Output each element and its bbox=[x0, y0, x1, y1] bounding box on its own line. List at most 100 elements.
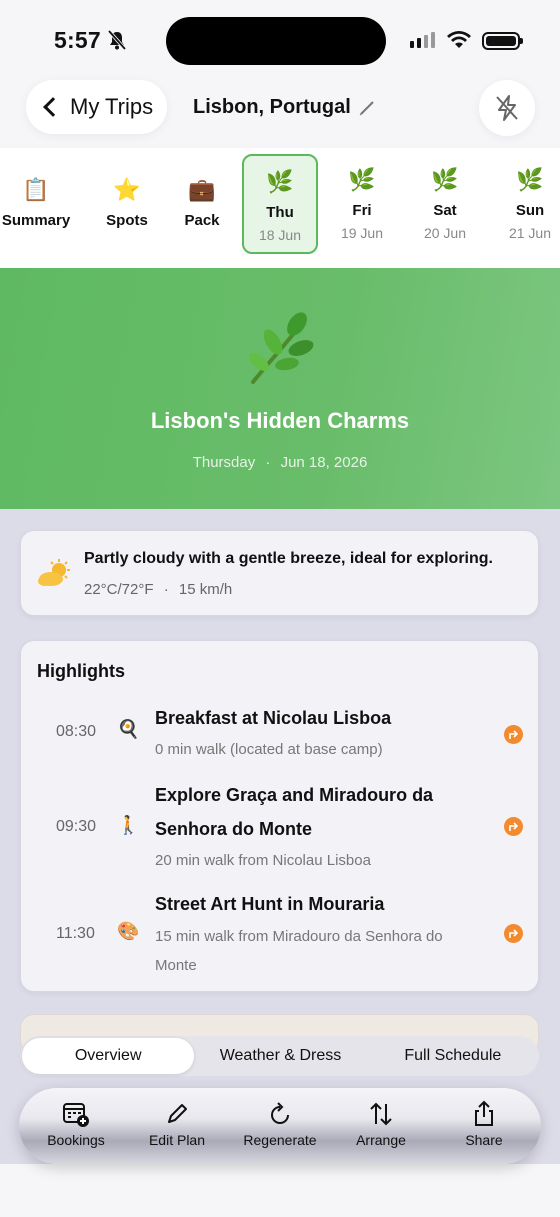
palette-icon: 🎨 bbox=[117, 921, 140, 941]
pencil-icon bbox=[359, 100, 374, 115]
clipboard-icon: 📋 bbox=[22, 177, 50, 202]
tab-date: 20 Jun bbox=[423, 225, 467, 241]
arrange-icon bbox=[370, 1102, 392, 1126]
day-tab-strip: 📋 Summary ⭐ Spots 💼 Pack 🌿 Thu 18 Jun 🌿 … bbox=[0, 148, 560, 268]
turn-right-arrow-icon bbox=[509, 730, 519, 739]
star-icon: ⭐ bbox=[113, 177, 141, 202]
herb-icon: 🌿 bbox=[266, 169, 294, 194]
weather-card[interactable]: Partly cloudy with a gentle breeze, idea… bbox=[20, 530, 539, 616]
tab-date: 18 Jun bbox=[258, 227, 302, 243]
day-date: Jun 18, 2026 bbox=[280, 454, 368, 471]
item-walk: 0 min walk (located at base camp) bbox=[155, 741, 383, 758]
herb-icon: 🌿 bbox=[431, 167, 459, 192]
day-date-line: Thursday · Jun 18, 2026 bbox=[0, 454, 560, 471]
bookings-button[interactable]: Bookings bbox=[45, 1100, 107, 1148]
header: My Trips Lisbon, Portugal bbox=[0, 80, 560, 148]
walking-person-icon: 🚶 bbox=[117, 815, 140, 835]
tab-label: Summary bbox=[1, 212, 71, 229]
lightning-off-icon bbox=[496, 95, 518, 121]
tab-day-sun[interactable]: 🌿 Sun 21 Jun bbox=[500, 154, 560, 254]
trip-title-text: Lisbon, Portugal bbox=[193, 96, 351, 118]
bell-muted-icon bbox=[108, 30, 126, 50]
status-bar: 5:57 bbox=[0, 0, 560, 80]
separator: · bbox=[265, 454, 271, 471]
tab-day-fri[interactable]: 🌿 Fri 19 Jun bbox=[330, 154, 394, 254]
item-time: 09:30 bbox=[56, 818, 97, 835]
bottom-background bbox=[0, 1164, 560, 1217]
arrange-button[interactable]: Arrange bbox=[350, 1100, 412, 1148]
segment-weather-dress[interactable]: Weather & Dress bbox=[194, 1038, 366, 1074]
list-item[interactable]: 08:30 🍳 Breakfast at Nicolau Lisboa 0 mi… bbox=[21, 699, 540, 769]
tab-label: Pack bbox=[184, 212, 220, 229]
tool-label: Edit Plan bbox=[148, 1132, 206, 1148]
turn-right-arrow-icon bbox=[509, 822, 519, 831]
refresh-icon bbox=[271, 1102, 289, 1124]
weather-summary: Partly cloudy with a gentle breeze, idea… bbox=[84, 550, 493, 567]
separator: · bbox=[163, 581, 169, 598]
weather-details: 22°C/72°F · 15 km/h bbox=[84, 581, 232, 598]
share-icon bbox=[475, 1100, 493, 1126]
list-item[interactable]: 09:30 🚶 Explore Graça and Miradouro da S… bbox=[21, 777, 540, 881]
signal-icon bbox=[410, 32, 435, 48]
tab-date: 19 Jun bbox=[340, 225, 384, 241]
herb-icon: 🌿 bbox=[516, 167, 544, 192]
item-name: Explore Graça and Miradouro da Senhora d… bbox=[155, 785, 434, 839]
pencil-icon bbox=[168, 1104, 187, 1123]
item-name: Breakfast at Nicolau Lisboa bbox=[155, 708, 392, 728]
day-title: Lisbon's Hidden Charms bbox=[150, 408, 410, 433]
day-hero-banner: Lisbon's Hidden Charms Thursday · Jun 18… bbox=[0, 268, 560, 509]
dynamic-island bbox=[166, 17, 386, 65]
tab-pack[interactable]: 💼 Pack bbox=[180, 154, 224, 254]
calendar-add-icon bbox=[63, 1103, 89, 1127]
item-time: 08:30 bbox=[56, 723, 97, 740]
regenerate-button[interactable]: Regenerate bbox=[240, 1100, 320, 1148]
wifi-icon bbox=[447, 31, 471, 48]
tab-summary[interactable]: 📋 Summary bbox=[2, 154, 70, 254]
day-weekday: Thursday bbox=[192, 454, 256, 471]
weather-wind: 15 km/h bbox=[178, 581, 233, 598]
item-name: Street Art Hunt in Mouraria bbox=[155, 894, 385, 914]
item-walk: 20 min walk from Nicolau Lisboa bbox=[155, 852, 371, 869]
directions-button[interactable] bbox=[504, 924, 523, 943]
tool-label: Share bbox=[465, 1132, 503, 1148]
battery-icon bbox=[482, 32, 523, 50]
item-time: 11:30 bbox=[56, 925, 95, 942]
tab-label: Sun bbox=[515, 202, 545, 219]
trip-title[interactable]: Lisbon, Portugal bbox=[193, 96, 375, 119]
highlights-card: Highlights 08:30 🍳 Breakfast at Nicolau … bbox=[20, 640, 539, 992]
frying-pan-icon: 🍳 bbox=[117, 719, 140, 739]
tool-label: Regenerate bbox=[243, 1132, 317, 1148]
tool-label: Arrange bbox=[356, 1132, 406, 1148]
chevron-left-icon bbox=[43, 97, 63, 117]
tab-spots[interactable]: ⭐ Spots bbox=[102, 154, 152, 254]
tab-label: Thu bbox=[266, 204, 294, 221]
herb-icon bbox=[249, 312, 314, 384]
tab-label: Sat bbox=[433, 202, 457, 219]
list-item[interactable]: 11:30 🎨 Street Art Hunt in Mouraria 15 m… bbox=[21, 887, 540, 983]
tab-label: Spots bbox=[106, 212, 148, 229]
lightning-off-button[interactable] bbox=[479, 80, 535, 136]
share-button[interactable]: Share bbox=[453, 1100, 515, 1148]
status-time: 5:57 bbox=[54, 27, 101, 53]
back-button[interactable]: My Trips bbox=[26, 80, 168, 134]
tab-date: 21 Jun bbox=[508, 225, 552, 241]
segment-full-schedule[interactable]: Full Schedule bbox=[367, 1038, 539, 1074]
view-segmented-control: Overview Weather & Dress Full Schedule bbox=[20, 1036, 539, 1076]
segment-overview[interactable]: Overview bbox=[22, 1038, 195, 1074]
highlights-title: Highlights bbox=[37, 661, 125, 681]
tab-day-thu[interactable]: 🌿 Thu 18 Jun bbox=[242, 154, 318, 254]
luggage-icon: 💼 bbox=[188, 177, 216, 202]
tab-label: Fri bbox=[352, 202, 372, 219]
bottom-toolbar: Bookings Edit Plan Regenerate Arrange Sh… bbox=[19, 1088, 541, 1164]
tool-label: Bookings bbox=[47, 1132, 105, 1148]
tab-day-sat[interactable]: 🌿 Sat 20 Jun bbox=[413, 154, 477, 254]
edit-plan-button[interactable]: Edit Plan bbox=[146, 1100, 208, 1148]
directions-button[interactable] bbox=[504, 817, 523, 836]
directions-button[interactable] bbox=[504, 725, 523, 744]
partly-cloudy-icon bbox=[38, 559, 70, 586]
back-button-label: My Trips bbox=[70, 94, 154, 119]
herb-icon: 🌿 bbox=[348, 167, 376, 192]
weather-temp: 22°C/72°F bbox=[84, 581, 154, 598]
turn-right-arrow-icon bbox=[509, 929, 519, 938]
item-walk: 15 min walk from Miradouro da Senhora do… bbox=[155, 928, 443, 974]
